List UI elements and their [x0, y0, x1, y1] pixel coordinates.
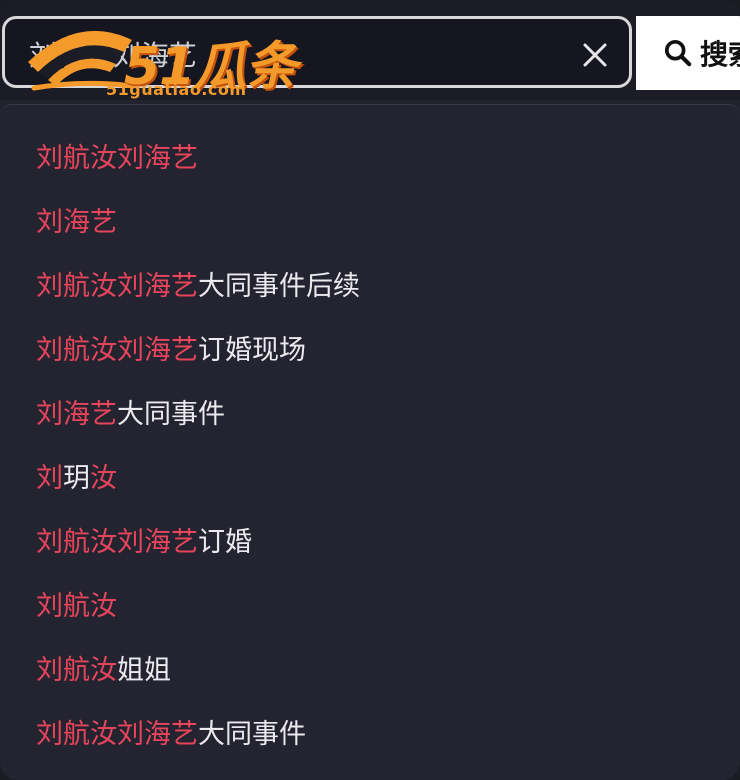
suggestion-rest: 订婚: [198, 527, 252, 558]
logo-domain: 51guatiao.com: [106, 80, 247, 99]
suggestion-rest: 姐姐: [117, 655, 171, 686]
suggestion-item[interactable]: 刘玥汝: [0, 447, 740, 511]
search-bar: 51瓜条 51guatiao.com 搜索: [0, 0, 740, 100]
suggestion-item[interactable]: 刘航汝: [0, 575, 740, 639]
suggestion-match: 刘航汝刘海艺: [36, 143, 198, 174]
suggestion-match: 刘海艺: [36, 399, 117, 430]
search-button-label: 搜索: [699, 38, 740, 71]
suggestion-item[interactable]: 刘航汝刘海艺大同事件: [0, 703, 740, 767]
suggestion-item[interactable]: 刘航汝刘海艺: [0, 127, 740, 191]
suggestion-rest: 订婚现场: [198, 335, 306, 366]
suggestion-match: 刘: [36, 463, 63, 494]
suggestion-item[interactable]: 刘航汝姐姐: [0, 639, 740, 703]
suggestion-rest: 大同事件: [198, 719, 306, 750]
suggestion-rest: 大同事件: [117, 399, 225, 430]
suggestion-match: 刘航汝刘海艺: [36, 527, 198, 558]
suggestion-match: 刘航汝刘海艺: [36, 271, 198, 302]
suggestion-list: 刘航汝刘海艺 刘海艺 刘航汝刘海艺大同事件后续 刘航汝刘海艺订婚现场 刘海艺大同…: [0, 105, 740, 767]
suggestion-match: 刘航汝: [36, 591, 117, 622]
suggestion-item[interactable]: 刘航汝刘海艺订婚: [0, 511, 740, 575]
suggestion-match: 汝: [90, 463, 117, 494]
close-icon: [583, 43, 607, 67]
suggestion-item[interactable]: 刘航汝刘海艺订婚现场: [0, 319, 740, 383]
search-button[interactable]: 搜索: [636, 16, 740, 90]
clear-button[interactable]: [573, 33, 617, 77]
suggestion-item[interactable]: 刘航汝刘海艺大同事件后续: [0, 255, 740, 319]
search-icon: [664, 39, 692, 67]
site-logo[interactable]: 51瓜条 51guatiao.com: [24, 22, 297, 100]
suggestion-rest: 玥: [63, 463, 90, 494]
search-page: 51瓜条 51guatiao.com 搜索 刘航汝刘海艺 刘海艺 刘航汝刘海艺大…: [0, 0, 740, 780]
suggestion-dropdown: 刘航汝刘海艺 刘海艺 刘航汝刘海艺大同事件后续 刘航汝刘海艺订婚现场 刘海艺大同…: [0, 104, 740, 780]
suggestion-item[interactable]: 刘海艺大同事件: [0, 383, 740, 447]
suggestion-match: 刘航汝: [36, 655, 117, 686]
suggestion-match: 刘海艺: [36, 207, 117, 238]
suggestion-item[interactable]: 刘海艺: [0, 191, 740, 255]
suggestion-rest: 大同事件后续: [198, 271, 360, 302]
suggestion-match: 刘航汝刘海艺: [36, 335, 198, 366]
suggestion-match: 刘航汝刘海艺: [36, 719, 198, 750]
